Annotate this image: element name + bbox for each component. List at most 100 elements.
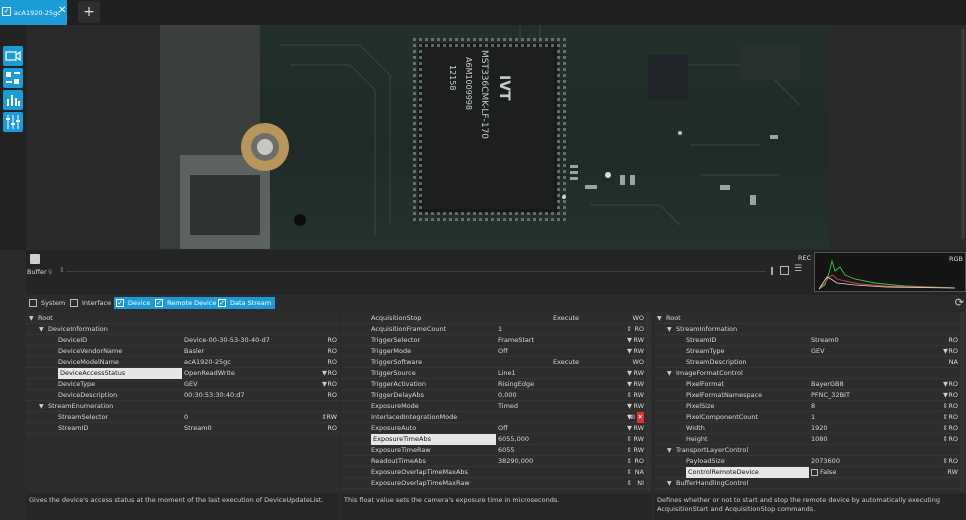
stepper-icon[interactable]: ⇕ (627, 390, 632, 401)
sliders-icon[interactable] (3, 112, 23, 132)
feature-value[interactable]: Line1 (498, 368, 516, 379)
stepper-icon[interactable]: ⇕ (627, 434, 632, 445)
buffer-stepper-icon[interactable]: ⇕ (59, 266, 65, 274)
feature-value[interactable]: OpenReadWrite (184, 368, 235, 379)
feature-row[interactable]: ▼ DeviceInformation (26, 324, 339, 335)
stepper-icon[interactable]: ⇕ (943, 423, 948, 434)
feature-row[interactable]: ExposureOverlapTimeMaxAbs ⇕ NA (341, 467, 646, 478)
dropdown-arrow-icon[interactable]: ▼ (627, 401, 632, 412)
camera-view-icon[interactable] (3, 46, 23, 66)
feature-row[interactable]: DeviceID Device-00-30-53-30-40-d7 RO (26, 335, 339, 346)
feature-row[interactable]: StreamID Stream0 RO (26, 423, 339, 434)
feature-value[interactable]: FrameStart (498, 335, 534, 346)
add-tab-button[interactable]: + (78, 1, 100, 23)
dropdown-arrow-icon[interactable]: ▼ (627, 335, 632, 346)
feature-row[interactable]: DeviceAccessStatus OpenReadWrite ▼ RO (26, 368, 339, 379)
feature-value[interactable]: 0,000 (498, 390, 517, 401)
feature-row[interactable]: DeviceDescription 00:30:53:30:40:d7 RO (26, 390, 339, 401)
feature-value[interactable]: Stream0 (184, 423, 212, 434)
checkbox-checked-icon[interactable]: ✓ (218, 299, 226, 307)
feature-row[interactable]: PayloadSize 2073600 ⇕ RO (654, 456, 960, 467)
feature-list-scrollbar[interactable] (646, 312, 651, 492)
feature-value[interactable]: 6055 (498, 445, 515, 456)
tree-expand-icon[interactable]: ▼ (667, 478, 672, 489)
checkbox-icon[interactable] (29, 299, 37, 307)
feature-row[interactable]: ▼ StreamInformation (654, 324, 960, 335)
refresh-icon[interactable]: ⟳ (955, 296, 964, 309)
stepper-icon[interactable]: ⇕ (627, 467, 632, 478)
slider-handle[interactable] (771, 267, 773, 275)
feature-row[interactable]: TriggerSource Line1 ▼ RW (341, 368, 646, 379)
feature-row[interactable]: PixelSize 8 ⇕ RO (654, 401, 960, 412)
dropdown-arrow-icon[interactable]: ▼ (943, 379, 948, 390)
feature-value[interactable]: 1920 (811, 423, 828, 434)
tree-expand-icon[interactable]: ▼ (667, 368, 672, 379)
feature-row[interactable]: PixelFormatNamespace PFNC_32BIT ▼ RO (654, 390, 960, 401)
dropdown-arrow-icon[interactable]: ▼ (627, 379, 632, 390)
feature-value[interactable]: 1 (811, 412, 815, 423)
dropdown-arrow-icon[interactable]: ▼ (627, 368, 632, 379)
feature-value[interactable]: 0 (184, 412, 188, 423)
features-icon[interactable] (3, 68, 23, 88)
feature-value[interactable]: Timed (498, 401, 518, 412)
feature-value[interactable]: False (820, 467, 836, 478)
feature-value[interactable]: GEV (184, 379, 198, 390)
list-icon[interactable]: ☰ (794, 264, 802, 274)
tab-check-icon[interactable]: ✓ (2, 7, 11, 16)
feature-row[interactable]: DeviceModelName acA1920-25gc RO (26, 357, 339, 368)
tree-expand-icon[interactable]: ▼ (39, 324, 44, 335)
feature-value[interactable]: PFNC_32BIT (811, 390, 850, 401)
close-icon[interactable]: ✕ (58, 5, 66, 16)
feature-row[interactable]: InterlacedIntegrationMode ▼ ✕ NI (341, 412, 646, 423)
checkbox-checked-icon[interactable]: ✓ (116, 299, 124, 307)
feature-value[interactable]: Device-00-30-53-30-40-d7 (184, 335, 270, 346)
feature-row[interactable]: ▼ StreamEnumeration (26, 401, 339, 412)
filter-device[interactable]: ✓ Device (114, 297, 155, 309)
feature-row[interactable]: TriggerSelector FrameStart ▼ RW (341, 335, 646, 346)
feature-row[interactable]: ReadoutTimeAbs 38290,000 ⇕ RO (341, 456, 646, 467)
buffer-slider[interactable] (66, 271, 766, 272)
feature-row[interactable]: TriggerDelayAbs 0,000 ⇕ RW (341, 390, 646, 401)
feature-row[interactable]: ▼ TransportLayerControl (654, 445, 960, 456)
feature-row[interactable]: ▼ BufferHandlingControl (654, 478, 960, 489)
stop-button[interactable] (30, 254, 40, 264)
tree-expand-icon[interactable]: ▼ (29, 313, 34, 324)
feature-row[interactable]: ExposureTimeRaw 6055 ⇕ RW (341, 445, 646, 456)
tree-expand-icon[interactable]: ▼ (667, 324, 672, 335)
dropdown-arrow-icon[interactable]: ▼ (322, 368, 327, 379)
stepper-icon[interactable]: ⇕ (627, 478, 632, 489)
histogram-icon[interactable] (3, 90, 23, 110)
tab-device[interactable]: ✓ acA1920-25gc ✕ (0, 0, 67, 25)
checkbox-icon[interactable] (811, 469, 818, 476)
feature-row[interactable]: ExposureMode Timed ▼ RW (341, 401, 646, 412)
execute-button[interactable]: Execute (553, 357, 579, 368)
feature-row[interactable]: PixelFormat BayerGB8 ▼ RO (654, 379, 960, 390)
stepper-icon[interactable]: ⇕ (627, 324, 632, 335)
feature-value[interactable]: 2073600 (811, 456, 840, 467)
filter-interface[interactable]: Interface (68, 297, 115, 309)
feature-value[interactable]: BayerGB8 (811, 379, 844, 390)
feature-row[interactable]: StreamSelector 0 ⇕ RW (26, 412, 339, 423)
feature-value[interactable]: 1080 (811, 434, 828, 445)
feature-row[interactable]: Height 1080 ⇕ RO (654, 434, 960, 445)
dropdown-arrow-icon[interactable]: ▼ (627, 346, 632, 357)
dropdown-arrow-icon[interactable]: ▼ (322, 379, 327, 390)
feature-row[interactable]: ExposureTimeAbs 6055,000 ⇕ RW (341, 434, 646, 445)
feature-row[interactable]: ExposureOverlapTimeMaxRaw ⇕ NI (341, 478, 646, 489)
feature-value[interactable]: GEV (811, 346, 825, 357)
feature-row[interactable]: ▼ ImageFormatControl (654, 368, 960, 379)
feature-row[interactable]: StreamDescription NA (654, 357, 960, 368)
feature-row[interactable]: AcquisitionFrameCount 1 ⇕ RO (341, 324, 646, 335)
dropdown-arrow-icon[interactable]: ▼ (943, 390, 948, 401)
feature-row[interactable]: ▼ Root (654, 313, 960, 324)
feature-row[interactable]: ControlRemoteDevice False RW (654, 467, 960, 478)
viewer-scrollbar[interactable] (960, 25, 966, 250)
filter-remote-device[interactable]: ✓ Remote Device (153, 297, 221, 309)
feature-row[interactable]: StreamType GEV ▼ RO (654, 346, 960, 357)
feature-value[interactable]: 1 (498, 324, 502, 335)
feature-row[interactable]: ExposureAuto Off ▼ RW (341, 423, 646, 434)
stepper-icon[interactable]: ⇕ (943, 456, 948, 467)
filter-system[interactable]: System (27, 297, 69, 309)
feature-value[interactable]: 00:30:53:30:40:d7 (184, 390, 245, 401)
filter-data-stream[interactable]: ✓ Data Stream (216, 297, 276, 309)
